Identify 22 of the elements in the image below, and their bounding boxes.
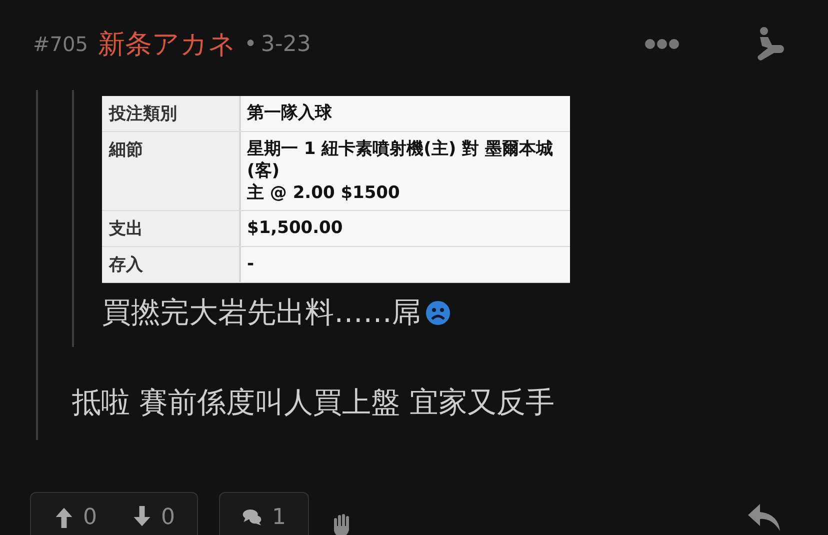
table-cell: 支出 — [102, 211, 241, 246]
comment-count: 1 — [272, 504, 286, 530]
sad-face-icon[interactable] — [425, 300, 451, 326]
table-cell: 投注類別 — [102, 96, 241, 131]
post-number: #705 — [33, 32, 88, 56]
table-cell-text: $1,500.00 — [246, 217, 344, 240]
upvote-count: 0 — [83, 504, 97, 530]
table-cell-text: 第一隊入球 — [246, 102, 333, 125]
table-cell: 細節 — [102, 132, 241, 210]
separator: • — [244, 32, 257, 56]
downvote-icon[interactable] — [131, 505, 153, 529]
post-date: 3-23 — [260, 32, 311, 56]
upvote-icon[interactable] — [53, 505, 75, 529]
author-name[interactable]: 新条アカネ — [98, 26, 236, 62]
table-cell-text: 星期一 1 紐卡素噴射機(主) 對 墨爾本城(客) 主 @ 2.00 $1500 — [246, 138, 554, 205]
table-cell-text: - — [246, 253, 256, 276]
downvote-count: 0 — [161, 504, 175, 530]
table-cell: 存入 — [102, 247, 241, 282]
more-icon[interactable] — [644, 38, 680, 50]
comment-text: 抵啦 賽前係度叫人買上盤 宜家又反手 — [72, 384, 556, 421]
comment-text: 買撚完大岩先出料……屌 — [102, 294, 421, 331]
comments-button[interactable]: 1 — [219, 492, 309, 535]
